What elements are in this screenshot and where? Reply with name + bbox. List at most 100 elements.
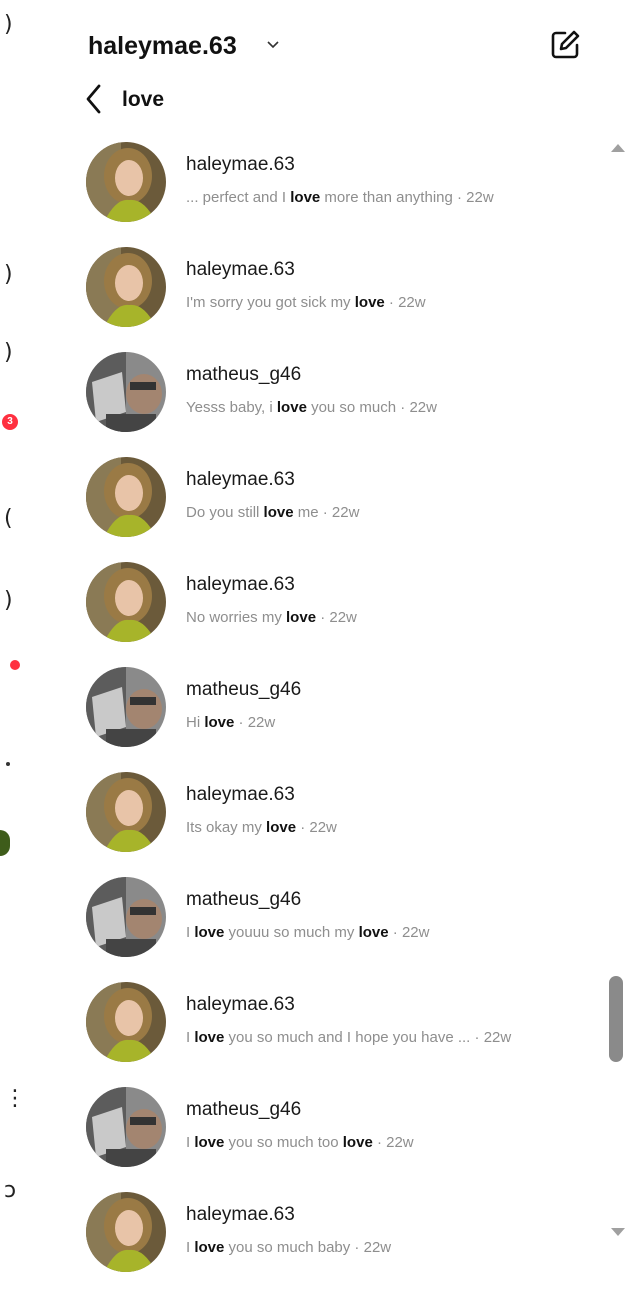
message-snippet: Do you still love me · 22w: [186, 504, 359, 521]
chevron-down-icon[interactable]: [266, 38, 280, 56]
timestamp: · 22w: [318, 504, 360, 521]
account-name[interactable]: haleymae.63: [88, 32, 237, 61]
match-highlight: love: [266, 819, 297, 836]
match-highlight: love: [194, 1029, 225, 1046]
result-row[interactable]: haleymae.63 I'm sorry you got sick my lov…: [86, 245, 596, 350]
avatar[interactable]: [86, 457, 166, 537]
result-row[interactable]: haleymae.63 Do you still love me · 22w: [86, 455, 596, 560]
result-row[interactable]: haleymae.63 ... perfect and I love more t…: [86, 140, 596, 245]
timestamp: · 22w: [372, 1134, 414, 1151]
timestamp: · 22w: [384, 294, 426, 311]
result-username: haleymae.63: [186, 469, 295, 490]
message-snippet: I'm sorry you got sick my love · 22w: [186, 294, 426, 311]
result-username: matheus_g46: [186, 364, 302, 385]
snippet-text: you so much baby: [224, 1239, 351, 1256]
result-username: haleymae.63: [186, 994, 295, 1015]
match-highlight: love: [194, 924, 225, 941]
match-highlight: love: [276, 399, 307, 416]
snippet-text: youuu so much my: [224, 924, 359, 941]
home-icon[interactable]: ): [4, 14, 13, 36]
snippet-text: me: [293, 504, 319, 521]
messages-icon[interactable]: ): [4, 590, 13, 612]
avatar[interactable]: [86, 1087, 166, 1167]
scrollbar[interactable]: [606, 140, 630, 1253]
match-highlight: love: [358, 924, 389, 941]
snippet-text: Hi: [186, 714, 205, 731]
left-nav-rail: ) ) ) 3 ( ) ⋮ ↄ: [0, 0, 40, 1253]
scroll-up-arrow-icon[interactable]: [611, 144, 625, 152]
dot-icon: [6, 762, 10, 766]
snippet-text: No worries my: [186, 609, 287, 626]
timestamp: · 22w: [316, 609, 357, 626]
search-term: love: [122, 88, 165, 111]
match-highlight: love: [194, 1239, 225, 1256]
timestamp: · 22w: [234, 714, 276, 731]
explore-icon[interactable]: ): [4, 342, 13, 364]
avatar[interactable]: [86, 667, 166, 747]
message-snippet: Its okay my love · 22w: [186, 819, 337, 836]
result-username: haleymae.63: [186, 574, 295, 595]
snippet-text: Its okay my: [186, 819, 267, 836]
snippet-text: Yesss baby, i: [186, 399, 277, 416]
message-snippet: I love youuu so much my love · 22w: [186, 924, 429, 941]
avatar[interactable]: [86, 877, 166, 957]
result-username: haleymae.63: [186, 154, 295, 175]
avatar[interactable]: [86, 1192, 166, 1272]
avatar[interactable]: [86, 247, 166, 327]
result-username: matheus_g46: [186, 1099, 302, 1120]
message-snippet: Yesss baby, i love you so much · 22w: [186, 399, 437, 416]
result-row[interactable]: haleymae.63 Its okay my love · 22w: [86, 770, 596, 875]
timestamp: · 22w: [350, 1239, 392, 1256]
search-icon[interactable]: ): [4, 264, 13, 286]
match-highlight: love: [263, 504, 294, 521]
result-row[interactable]: haleymae.63 I love you so much baby · 22w: [86, 1190, 596, 1295]
timestamp: · 22w: [470, 1029, 512, 1046]
match-highlight: love: [342, 1134, 373, 1151]
match-highlight: love: [286, 609, 317, 626]
match-highlight: love: [194, 1134, 225, 1151]
back-arrow-icon[interactable]: [84, 84, 104, 114]
message-snippet: I love you so much baby · 22w: [186, 1239, 391, 1256]
timestamp: · 22w: [296, 819, 337, 836]
match-highlight: love: [204, 714, 235, 731]
snippet-text: you so much: [306, 399, 397, 416]
result-row[interactable]: matheus_g46 I love you so much too love ·…: [86, 1085, 596, 1190]
message-snippet: I love you so much and I hope you have .…: [186, 1029, 511, 1046]
match-highlight: love: [354, 294, 385, 311]
avatar[interactable]: [86, 982, 166, 1062]
messages-header: haleymae.63: [88, 28, 598, 68]
result-row[interactable]: matheus_g46 I love youuu so much my love …: [86, 875, 596, 980]
timestamp: · 22w: [452, 189, 494, 206]
result-row[interactable]: matheus_g46 Hi love · 22w: [86, 665, 596, 770]
result-username: haleymae.63: [186, 1204, 295, 1225]
reels-icon[interactable]: (: [4, 508, 13, 530]
scroll-down-arrow-icon[interactable]: [611, 1228, 625, 1236]
result-row[interactable]: matheus_g46 Yesss baby, i love you so muc…: [86, 350, 596, 455]
message-snippet: No worries my love · 22w: [186, 609, 357, 626]
snippet-text: Do you still: [186, 504, 264, 521]
result-username: matheus_g46: [186, 889, 302, 910]
unread-dot-icon: [10, 660, 20, 670]
result-username: haleymae.63: [186, 259, 295, 280]
avatar[interactable]: [86, 562, 166, 642]
timestamp: · 22w: [388, 924, 430, 941]
scrollbar-thumb[interactable]: [609, 976, 623, 1062]
timestamp: · 22w: [396, 399, 437, 416]
avatar[interactable]: [86, 352, 166, 432]
profile-avatar-icon[interactable]: [0, 830, 10, 856]
snippet-text: ... perfect and I: [186, 189, 291, 206]
message-snippet: I love you so much too love · 22w: [186, 1134, 414, 1151]
snippet-text: you so much and I hope you have ...: [224, 1029, 471, 1046]
search-results-list: haleymae.63 ... perfect and I love more t…: [86, 140, 596, 1295]
result-row[interactable]: haleymae.63 I love you so much and I hope…: [86, 980, 596, 1085]
more-menu-icon[interactable]: ⋮: [4, 1088, 26, 1110]
compose-icon[interactable]: [548, 28, 582, 67]
message-snippet: ... perfect and I love more than anythin…: [186, 189, 494, 206]
snippet-text: I'm sorry you got sick my: [186, 294, 355, 311]
result-row[interactable]: haleymae.63 No worries my love · 22w: [86, 560, 596, 665]
result-username: haleymae.63: [186, 784, 295, 805]
meta-icon[interactable]: ↄ: [4, 1180, 16, 1202]
avatar[interactable]: [86, 772, 166, 852]
message-snippet: Hi love · 22w: [186, 714, 275, 731]
avatar[interactable]: [86, 142, 166, 222]
